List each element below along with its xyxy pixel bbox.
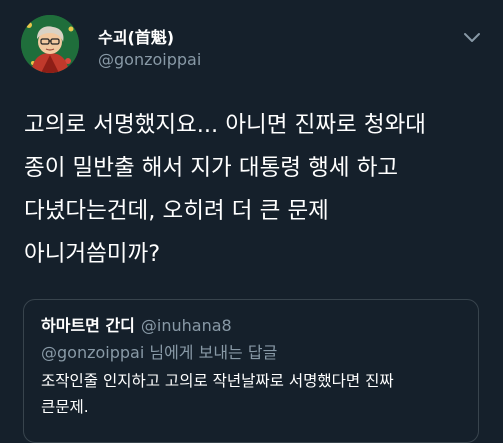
author-display-name[interactable]: 수괴(首魁)	[98, 24, 174, 48]
quoted-tweet-line: 큰문제.	[41, 398, 89, 416]
reply-to-handle: @gonzoippai	[41, 343, 145, 362]
reply-suffix: 님에게 보내는 답글	[144, 343, 278, 362]
chevron-down-icon[interactable]	[460, 30, 484, 46]
quoted-tweet-line: 조작인줄 인지하고 고의로 작년날짜로 서명했다면 진짜	[41, 372, 394, 390]
tweet-line: 종이 밀반출 해서 지가 대통령 행세 하고	[24, 155, 399, 181]
tweet-text: 고의로 서명했지요... 아니면 진짜로 청와대 종이 밀반출 해서 지가 대통…	[24, 104, 494, 276]
avatar[interactable]	[21, 15, 79, 73]
quoted-author-name: 하마트면 간디	[41, 316, 135, 335]
tweet-line: 고의로 서명했지요... 아니면 진짜로 청와대	[24, 112, 426, 138]
reply-context: @gonzoippai 님에게 보내는 답글	[41, 339, 277, 363]
quoted-author-handle: @inuhana8	[140, 316, 232, 335]
quoted-tweet-header: 하마트면 간디 @inuhana8	[41, 312, 232, 336]
tweet-line: 아니거씀미까?	[24, 241, 161, 267]
tweet-line: 다녔다는건데, 오히려 더 큰 문제	[24, 198, 329, 224]
avatar-illustration	[21, 15, 79, 73]
quoted-tweet-text: 조작인줄 인지하고 고의로 작년날짜로 서명했다면 진짜 큰문제.	[41, 368, 466, 420]
author-handle[interactable]: @gonzoippai	[98, 50, 201, 69]
quoted-tweet-card[interactable]: 하마트면 간디 @inuhana8 @gonzoippai 님에게 보내는 답글 …	[23, 299, 479, 443]
